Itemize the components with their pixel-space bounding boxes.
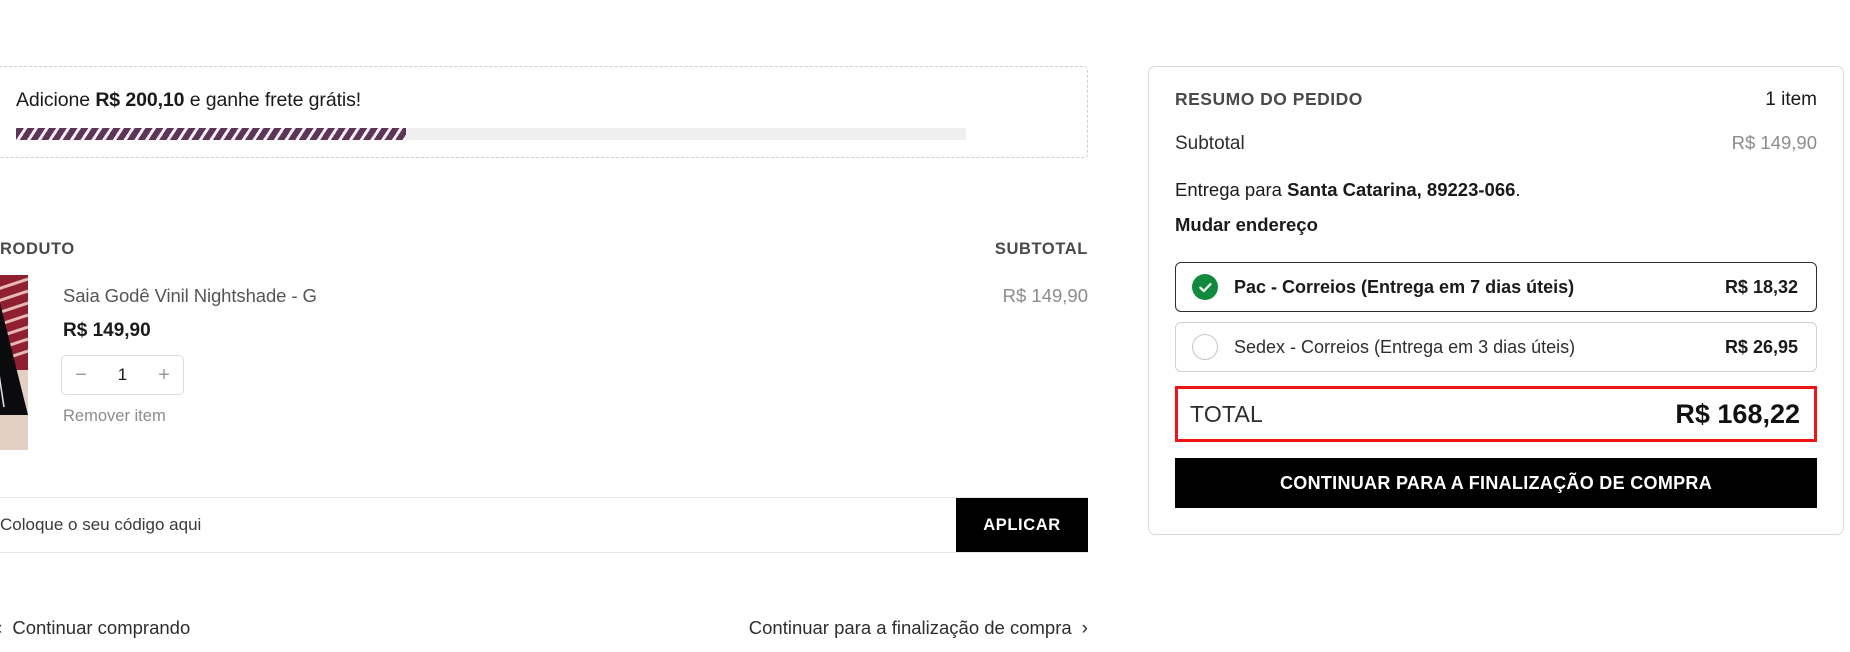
free-shipping-banner: Adicione R$ 200,10 e ganhe frete grátis!: [0, 66, 1088, 158]
shipping-option-sedex-label: Sedex - Correios (Entrega em 3 dias útei…: [1234, 336, 1576, 357]
shipping-option-sedex[interactable]: Sedex - Correios (Entrega em 3 dias útei…: [1175, 322, 1817, 372]
order-summary-item-count: 1 item: [1765, 89, 1817, 110]
cart-page: Adicione R$ 200,10 e ganhe frete grátis!…: [0, 0, 1850, 652]
shipping-option-pac[interactable]: Pac - Correios (Entrega em 7 dias úteis)…: [1175, 262, 1817, 312]
continue-shopping-label: Continuar comprando: [12, 617, 191, 638]
chevron-right-icon: ›: [1081, 617, 1088, 639]
chevron-left-icon: ‹: [0, 619, 2, 638]
total-value: R$ 168,22: [1675, 398, 1800, 429]
delivery-address-value: Santa Catarina, 89223-066: [1287, 179, 1516, 200]
product-thumbnail[interactable]: [0, 275, 28, 450]
product-name[interactable]: Saia Godê Vinil Nightshade - G: [63, 285, 317, 307]
cart-item-row: Saia Godê Vinil Nightshade - G R$ 149,90…: [0, 275, 1088, 475]
cart-bottom-navigation: ‹ Continuar comprando Continuar para a f…: [0, 617, 1088, 639]
column-header-product: RODUTO: [0, 240, 75, 258]
order-summary-title: RESUMO DO PEDIDO: [1175, 89, 1363, 109]
proceed-checkout-label: Continuar para a finalização de compra: [748, 617, 1072, 638]
product-unit-price: R$ 149,90: [63, 320, 151, 341]
quantity-value: 1: [117, 365, 128, 384]
order-summary-panel: RESUMO DO PEDIDO 1 item Subtotal R$ 149,…: [1148, 66, 1844, 535]
coupon-section: APLICAR: [0, 497, 1088, 553]
shipping-option-pac-price: R$ 18,32: [1724, 276, 1798, 297]
quantity-decrease-button[interactable]: −: [62, 356, 100, 394]
shipping-option-sedex-price: R$ 26,95: [1724, 336, 1798, 357]
product-subtotal: R$ 149,90: [1002, 285, 1088, 306]
delivery-address-text: Entrega para Santa Catarina, 89223-066.: [1175, 179, 1817, 201]
order-total-row: TOTAL R$ 168,22: [1175, 386, 1817, 442]
delivery-suffix: .: [1515, 179, 1521, 200]
column-header-subtotal: SUBTOTAL: [994, 240, 1088, 258]
shipping-option-pac-label: Pac - Correios (Entrega em 7 dias úteis): [1234, 276, 1575, 297]
cart-table-header: RODUTO SUBTOTAL: [0, 240, 1088, 270]
quantity-stepper[interactable]: − 1 +: [61, 355, 184, 395]
quantity-increase-button[interactable]: +: [145, 356, 183, 394]
free-shipping-suffix: e ganhe frete grátis!: [184, 89, 362, 111]
change-address-link[interactable]: Mudar endereço: [1175, 214, 1817, 236]
free-shipping-progress-track: [16, 128, 966, 140]
proceed-checkout-link[interactable]: Continuar para a finalização de compra ›: [749, 617, 1088, 639]
check-circle-icon: [1192, 274, 1218, 300]
free-shipping-prefix: Adicione: [16, 89, 96, 111]
remove-item-link[interactable]: Remover item: [63, 407, 166, 426]
subtotal-value: R$ 149,90: [1731, 132, 1817, 153]
free-shipping-message: Adicione R$ 200,10 e ganhe frete grátis!: [16, 89, 361, 112]
apply-coupon-button[interactable]: APLICAR: [956, 498, 1088, 552]
coupon-input[interactable]: [0, 498, 956, 552]
free-shipping-amount: R$ 200,10: [95, 89, 185, 111]
continue-shopping-link[interactable]: ‹ Continuar comprando: [0, 617, 190, 639]
free-shipping-progress-fill: [16, 128, 406, 140]
cart-left-column: Adicione R$ 200,10 e ganhe frete grátis!…: [0, 0, 1100, 652]
order-summary-subtotal-row: Subtotal R$ 149,90: [1175, 132, 1817, 155]
radio-unchecked-icon: [1192, 334, 1218, 360]
subtotal-label: Subtotal: [1175, 133, 1245, 154]
checkout-button[interactable]: CONTINUAR PARA A FINALIZAÇÃO DE COMPRA: [1175, 458, 1817, 508]
order-summary-header: RESUMO DO PEDIDO 1 item: [1175, 89, 1817, 111]
delivery-prefix: Entrega para: [1175, 179, 1288, 200]
total-label: TOTAL: [1190, 400, 1263, 427]
